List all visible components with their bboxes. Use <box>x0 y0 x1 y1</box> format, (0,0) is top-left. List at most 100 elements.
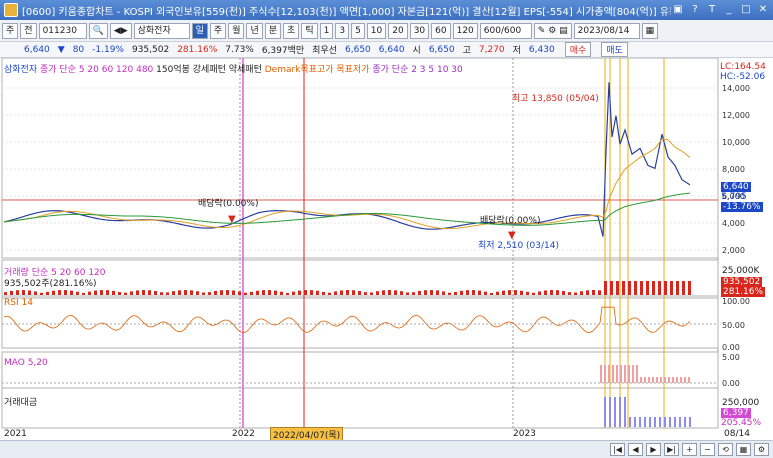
count-input[interactable]: 600/600 <box>479 22 532 39</box>
mao-bar <box>680 377 682 383</box>
mode-select[interactable]: 주 <box>2 22 19 39</box>
zoom-in-icon[interactable]: + <box>682 443 697 456</box>
volume-last-tag: 935,502 <box>721 277 763 287</box>
mao-y-tick: 5.00 <box>722 353 740 362</box>
period-month[interactable]: 월 <box>228 22 245 39</box>
search-icon[interactable]: 🔍 <box>88 22 108 39</box>
mao-bar <box>676 377 678 383</box>
volume-bar <box>256 290 259 295</box>
volume-bar <box>316 290 319 295</box>
volume-bar <box>664 281 667 295</box>
volume-bar <box>70 290 73 295</box>
scroll-first-icon[interactable]: |◀ <box>610 443 625 456</box>
volume-bar <box>346 290 349 295</box>
volume-bar <box>418 290 421 295</box>
price-down-icon: ▼ <box>57 44 65 55</box>
volume-bar <box>406 292 409 295</box>
bid-price: 6,640 <box>378 44 405 55</box>
mao-bar <box>672 377 674 383</box>
bottom-scroll-bar: |◀ ◀ ▶ ▶| + − ⟲ ▦ ⚙ <box>0 440 773 458</box>
volume-bar <box>544 290 547 295</box>
font-icon[interactable]: T <box>705 3 719 17</box>
window-restore-icon[interactable]: ▣ <box>671 3 685 17</box>
chart-area[interactable]: ▼▼ 14,00012,00010,0008,0006,0004,0002,00… <box>0 58 773 440</box>
volume-bar <box>526 291 529 295</box>
volume-bar <box>616 281 619 295</box>
period-tick[interactable]: 틱 <box>301 22 318 39</box>
ask-price: 6,650 <box>345 44 371 55</box>
volume-bar <box>436 290 439 295</box>
prev-next-icon[interactable]: ◀▶ <box>109 22 132 39</box>
low-annotation: 최저 2,510 (03/14) <box>478 241 560 251</box>
last-pct-tag: -13.76% <box>721 202 763 212</box>
high-label: 고 <box>462 46 471 56</box>
volume-bar <box>388 290 391 295</box>
interval-3[interactable]: 3 <box>335 22 350 39</box>
period-week[interactable]: 주 <box>209 22 227 39</box>
reset-icon[interactable]: ⟲ <box>718 443 733 456</box>
volume-bar <box>658 281 661 295</box>
volume-bar <box>622 281 625 295</box>
volume-bar <box>10 290 13 295</box>
volume-bar <box>184 290 187 295</box>
volume-bar <box>538 291 541 295</box>
volume-ratio: 281.16% <box>177 44 218 55</box>
period-day[interactable]: 일 <box>191 22 208 39</box>
volume-bar <box>370 292 373 295</box>
minimize-icon[interactable]: _ <box>722 3 736 17</box>
stock-code-input[interactable]: 011230 <box>38 22 87 39</box>
amount-bar <box>629 417 631 427</box>
interval-5[interactable]: 5 <box>351 22 365 39</box>
mao-bar <box>648 377 650 383</box>
zoom-out-icon[interactable]: − <box>700 443 715 456</box>
grid-icon[interactable]: ▦ <box>736 443 751 456</box>
settings-icon[interactable]: ⚙ <box>754 443 769 456</box>
dividend-marker-1: ▼ <box>228 214 236 225</box>
volume-bar <box>412 292 415 295</box>
volume-bar <box>640 281 643 295</box>
buy-button[interactable]: 매수 <box>564 42 592 57</box>
low-price: 6,430 <box>528 44 555 55</box>
price-y-tick: 10,000 <box>722 138 750 147</box>
interval-120[interactable]: 120 <box>452 22 478 39</box>
stock-name-field[interactable]: 삼화전자 <box>133 22 190 39</box>
date-input[interactable]: 2023/08/14 <box>573 22 640 39</box>
volume-bar <box>262 290 265 295</box>
maximize-icon[interactable]: □ <box>739 3 753 17</box>
interval-1[interactable]: 1 <box>319 22 334 39</box>
tool-icons[interactable]: ✎ ⚙ ▤ <box>533 22 572 39</box>
scroll-last-icon[interactable]: ▶| <box>664 443 679 456</box>
high-annotation: 최고 13,850 (05/04) <box>512 94 599 104</box>
volume-bar <box>358 290 361 295</box>
interval-20[interactable]: 20 <box>388 22 408 39</box>
interval-30[interactable]: 30 <box>409 22 430 39</box>
volume-bar <box>166 292 169 295</box>
interval-60[interactable]: 60 <box>431 22 451 39</box>
rsi-y-tick: 50.00 <box>722 321 745 330</box>
period-minute[interactable]: 분 <box>264 22 282 39</box>
volume-bar <box>22 290 25 295</box>
scroll-next-icon[interactable]: ▶ <box>646 443 661 456</box>
sell-button[interactable]: 매도 <box>601 42 628 57</box>
volume-bar <box>340 290 343 295</box>
amount-last-tag: 6,397 <box>721 408 751 418</box>
price-change-pct: -1.19% <box>92 44 124 55</box>
volume-bar <box>238 291 241 295</box>
period-year[interactable]: 년 <box>246 22 263 39</box>
interval-10[interactable]: 10 <box>366 22 387 39</box>
calendar-icon[interactable]: ▦ <box>641 22 659 39</box>
amount-bar <box>644 417 646 427</box>
volume-bar <box>298 290 301 295</box>
volume-bar <box>472 290 475 295</box>
scroll-prev-icon[interactable]: ◀ <box>628 443 643 456</box>
period-second[interactable]: 초 <box>283 22 300 39</box>
x-label-2022: 2022 <box>232 429 255 439</box>
help-icon[interactable]: ? <box>688 3 702 17</box>
volume-bar <box>100 290 103 295</box>
close-icon[interactable]: ✕ <box>756 3 770 17</box>
market-select[interactable]: 전 <box>20 22 37 39</box>
mao-bar <box>664 377 666 383</box>
volume-bar <box>328 292 331 295</box>
amount-bar <box>624 397 626 427</box>
volume-bar <box>82 292 85 295</box>
